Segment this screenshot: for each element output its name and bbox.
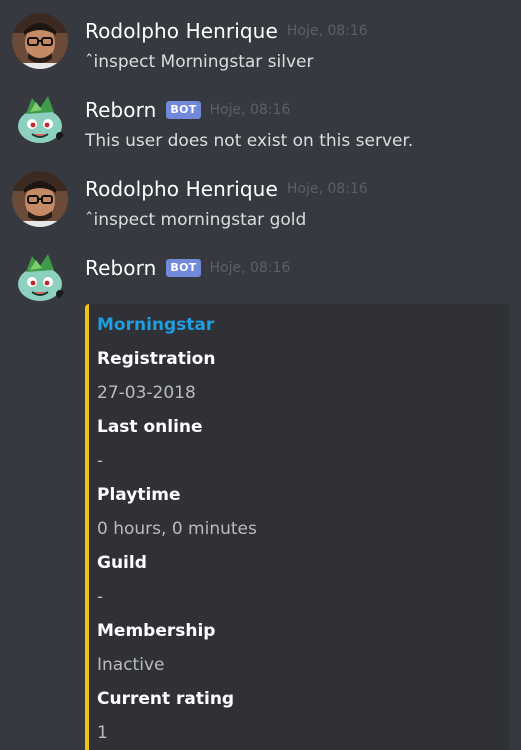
- field-value-playtime: 0 hours, 0 minutes: [97, 519, 257, 539]
- embed-title[interactable]: Morningstar: [97, 315, 214, 335]
- embed-accent-bar: [85, 304, 89, 750]
- field-value-guild: -: [97, 587, 104, 607]
- bot-badge: BOT: [166, 101, 201, 119]
- author-name[interactable]: Rodolpho Henrique: [85, 19, 278, 43]
- bot-avatar[interactable]: [12, 250, 68, 306]
- field-name-registration: Registration: [97, 349, 216, 369]
- author-name[interactable]: Reborn: [85, 256, 156, 280]
- field-value-membership: Inactive: [97, 655, 165, 675]
- chat-messages: Rodolpho Henrique Hoje, 08:16 ˆinspect M…: [0, 0, 521, 750]
- field-name-membership: Membership: [97, 621, 216, 641]
- author-name[interactable]: Rodolpho Henrique: [85, 177, 278, 201]
- field-value-registration: 27-03-2018: [97, 383, 196, 403]
- rich-embed: Morningstar Registration 27-03-2018 Last…: [85, 304, 509, 750]
- bot-badge: BOT: [166, 259, 201, 277]
- user-avatar[interactable]: [12, 13, 68, 69]
- user-avatar[interactable]: [12, 171, 68, 227]
- field-name-guild: Guild: [97, 553, 147, 573]
- message-timestamp: Hoje, 08:16: [209, 102, 291, 118]
- field-value-current-rating: 1: [97, 723, 108, 743]
- author-name[interactable]: Reborn: [85, 98, 156, 122]
- field-name-last-online: Last online: [97, 417, 203, 437]
- message-timestamp: Hoje, 08:16: [286, 23, 368, 39]
- field-value-last-online: -: [97, 451, 104, 471]
- message-text: ˆinspect morningstar gold: [85, 210, 307, 230]
- message-timestamp: Hoje, 08:16: [286, 181, 368, 197]
- field-name-current-rating: Current rating: [97, 689, 235, 709]
- message-text: ˆinspect Morningstar silver: [85, 52, 314, 72]
- bot-avatar[interactable]: [12, 92, 68, 148]
- message-timestamp: Hoje, 08:16: [209, 260, 291, 276]
- field-name-playtime: Playtime: [97, 485, 181, 505]
- message-text: This user does not exist on this server.: [85, 131, 414, 151]
